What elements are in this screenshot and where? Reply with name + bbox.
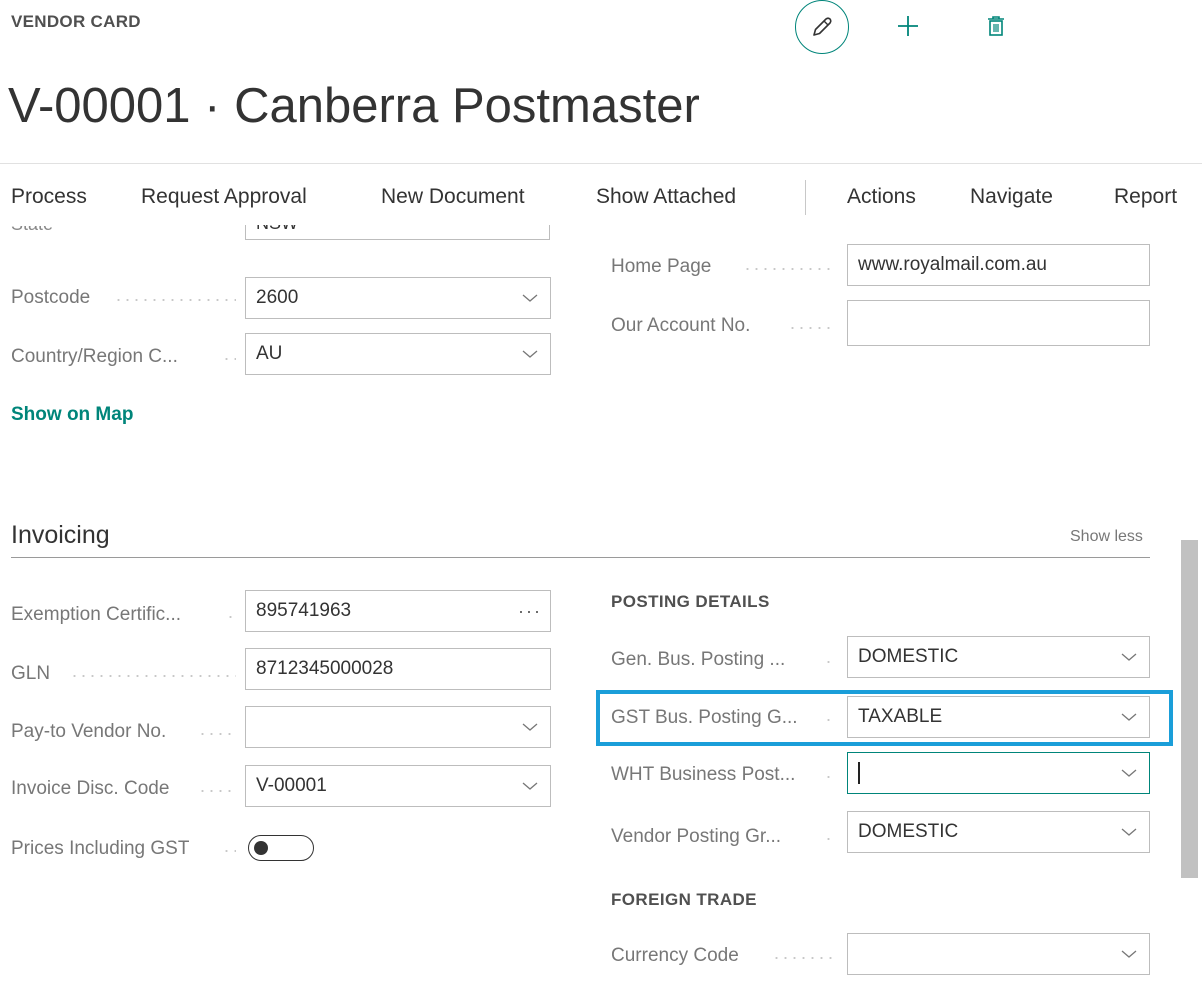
posting-details-heading: POSTING DETAILS [611,592,770,611]
more-options-icon[interactable]: ··· [510,601,550,622]
account-label: Our Account No. [611,315,751,336]
new-button[interactable] [893,8,923,44]
wht-business-posting-leader [824,776,835,778]
prices-incl-gst-leader [222,850,236,852]
action-navigate[interactable]: Navigate [970,185,1053,209]
vendor-posting-label: Vendor Posting Gr... [611,826,782,847]
home-page-field[interactable]: www.royalmail.com.au [847,244,1150,286]
currency-code-field[interactable] [847,933,1150,975]
state-label: State [11,226,71,236]
trash-icon [988,16,1004,36]
state-field[interactable]: NSW [245,225,550,240]
header-divider [0,163,1202,164]
invoice-disc-label: Invoice Disc. Code [11,778,170,799]
chevron-down-icon[interactable] [1109,811,1149,853]
home-page-leader [743,268,835,270]
vendor-posting-leader [824,838,835,840]
vendor-posting-value: DOMESTIC [858,821,959,842]
pencil-icon [813,17,832,36]
show-on-map-link[interactable]: Show on Map [11,404,133,426]
show-less-link[interactable]: Show less [1070,528,1143,546]
pay-to-vendor-label: Pay-to Vendor No. [11,721,167,742]
prices-incl-gst-label: Prices Including GST [11,838,190,859]
invoice-disc-field[interactable]: V-00001 [245,765,551,807]
scrollbar-thumb[interactable] [1181,540,1198,878]
section-title-invoicing[interactable]: Invoicing [11,521,110,550]
postcode-field[interactable]: 2600 [245,277,551,319]
delete-button[interactable] [981,8,1011,44]
action-process[interactable]: Process [11,185,87,209]
account-field[interactable] [847,300,1150,346]
edit-button[interactable] [795,0,849,54]
highlight-box [596,690,1173,746]
postcode-value: 2600 [256,287,299,308]
page-type-label: VENDOR CARD [11,12,141,31]
postcode-label: Postcode [11,287,91,308]
invoice-disc-leader [198,790,236,792]
country-leader [222,358,236,360]
action-report[interactable]: Report [1114,185,1177,209]
chevron-down-icon[interactable] [510,765,550,807]
gen-bus-posting-label: Gen. Bus. Posting ... [611,649,786,670]
pay-to-vendor-leader [198,733,236,735]
page-title: V-00001 · Canberra Postmaster [8,79,700,133]
gln-field[interactable]: 8712345000028 [245,648,551,690]
home-page-value: www.royalmail.com.au [858,254,1047,275]
invoice-disc-value: V-00001 [256,775,327,796]
gen-bus-posting-field[interactable]: DOMESTIC [847,636,1150,678]
pay-to-vendor-field[interactable] [245,706,551,748]
chevron-down-icon[interactable] [510,277,550,319]
wht-business-posting-label: WHT Business Post... [611,764,796,785]
chevron-down-icon[interactable] [1109,636,1149,678]
action-actions[interactable]: Actions [847,185,916,209]
chevron-down-icon[interactable] [510,706,550,748]
exemption-field[interactable]: 895741963 ··· [245,590,551,632]
gen-bus-posting-leader [824,661,835,663]
account-leader [788,327,835,329]
vendor-posting-field[interactable]: DOMESTIC [847,811,1150,853]
text-caret [858,762,860,784]
action-new-document[interactable]: New Document [381,185,525,209]
wht-business-posting-field[interactable] [847,752,1150,794]
currency-code-leader [772,957,835,959]
exemption-leader [226,616,236,618]
country-label: Country/Region C... [11,346,178,367]
gln-value: 8712345000028 [256,658,394,679]
action-show-attached[interactable]: Show Attached [596,185,736,209]
gln-label: GLN [11,663,51,684]
gln-leader [70,675,236,677]
country-field[interactable]: AU [245,333,551,375]
action-separator [805,180,806,215]
postcode-leader [114,299,236,301]
chevron-down-icon[interactable] [1109,933,1149,975]
exemption-value: 895741963 [256,600,352,621]
action-request-approval[interactable]: Request Approval [141,185,307,209]
section-divider [11,557,1150,558]
chevron-down-icon[interactable] [510,333,550,375]
prices-incl-gst-toggle[interactable] [248,835,314,861]
currency-code-label: Currency Code [611,945,739,966]
exemption-label: Exemption Certific... [11,604,181,625]
chevron-down-icon[interactable] [1109,752,1149,794]
home-page-label: Home Page [611,256,712,277]
plus-icon [898,16,918,36]
foreign-trade-heading: FOREIGN TRADE [611,890,757,909]
country-value: AU [256,343,283,364]
gen-bus-posting-value: DOMESTIC [858,646,959,667]
toggle-knob [254,841,268,855]
